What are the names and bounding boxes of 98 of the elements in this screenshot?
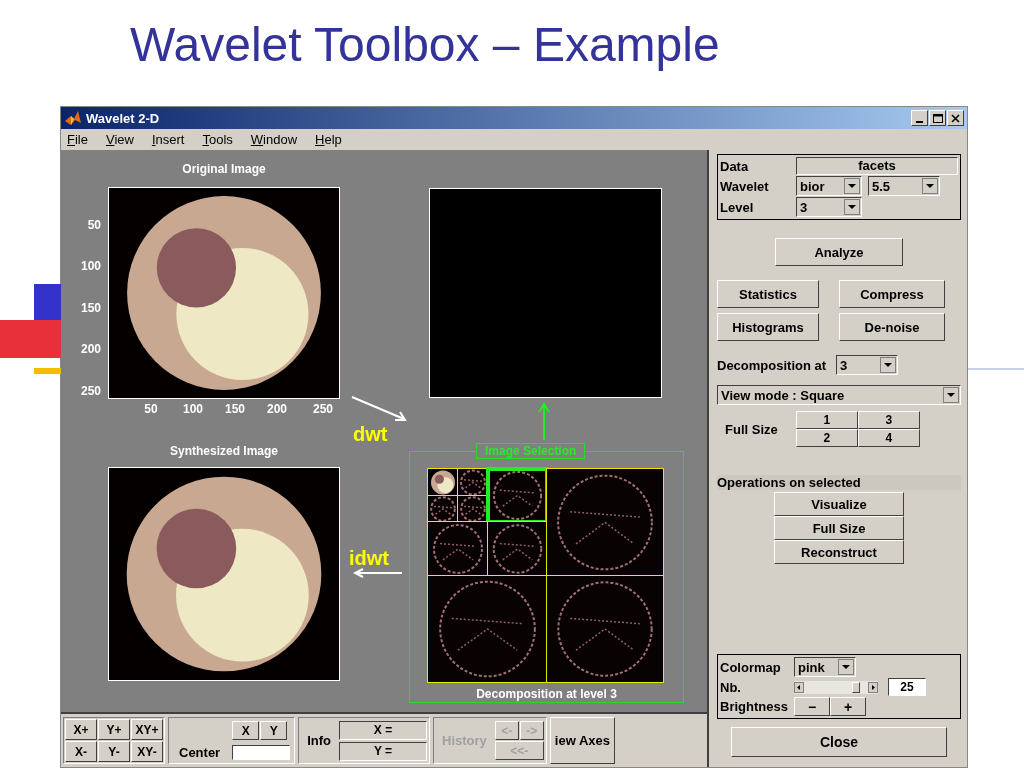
minimize-button[interactable] [911, 110, 928, 126]
maximize-icon [931, 111, 944, 125]
caret-icon [880, 357, 897, 373]
tool-button[interactable]: Compress [839, 280, 945, 308]
quadrant-button[interactable]: 3 [857, 411, 920, 429]
order-dropdown[interactable]: 5.5 [868, 176, 940, 196]
axis-tick-label: 100 [79, 259, 101, 273]
dwt-label: dwt [353, 424, 388, 444]
brightness-label: Brightness [720, 699, 789, 714]
level-label: Level [720, 199, 755, 215]
axis-tick-label: 200 [266, 402, 288, 416]
slide-rule [968, 368, 1024, 370]
axis-tick-label: 150 [224, 402, 246, 416]
menu-item[interactable]: Insert [151, 132, 185, 147]
full-size-label: Full Size [725, 421, 778, 437]
approximation-tile[interactable] [428, 469, 458, 496]
axis-tick-label: 200 [79, 342, 101, 356]
axis-tick-label: 100 [182, 402, 204, 416]
minimize-icon [916, 121, 923, 123]
brightness-button[interactable]: − [794, 697, 830, 716]
window-title: Wavelet 2-D [86, 110, 160, 126]
decomposition-dropdown[interactable]: 3 [836, 355, 899, 375]
nb-slider[interactable] [794, 680, 878, 694]
decomposition-label: Decomposition at [717, 357, 827, 373]
data-field: facets [796, 157, 958, 175]
caret-icon [844, 199, 860, 215]
detail-tile[interactable] [428, 496, 458, 522]
slider-thumb[interactable] [852, 681, 860, 693]
decomposition-caption: Decomposition at level 3 [475, 687, 618, 701]
info-field: X = [339, 720, 427, 740]
detail-tile[interactable] [428, 522, 488, 576]
nb-field[interactable]: 25 [888, 678, 926, 696]
menu-item[interactable]: View [105, 132, 134, 147]
center-label: Center [178, 744, 222, 760]
image-title: Original Image [181, 162, 267, 176]
idwt-label: idwt [349, 548, 389, 568]
menu-item[interactable]: Help [315, 132, 342, 147]
maximize-button[interactable] [929, 110, 946, 126]
zoom-button[interactable]: Y+ [98, 719, 130, 740]
left-arrow-icon [353, 568, 403, 578]
axis-tick-label: 250 [79, 384, 101, 398]
colormap-dropdown[interactable]: pink [794, 657, 856, 677]
operation-button[interactable]: Visualize [774, 492, 904, 516]
operation-button[interactable]: Full Size [774, 516, 904, 540]
menu-item[interactable]: Tools [202, 132, 233, 147]
axis-tick-label: 150 [79, 301, 101, 315]
operation-button[interactable]: Reconstruct [774, 540, 904, 564]
caret-icon [844, 178, 860, 194]
axis-tick-label: 50 [143, 402, 159, 416]
caret-icon [922, 178, 938, 194]
close-icon [949, 111, 962, 125]
tool-button[interactable]: Histograms [717, 313, 819, 341]
up-arrow-icon [537, 402, 551, 440]
detail-tile[interactable] [488, 469, 547, 522]
view-axes-button[interactable]: iew Axes [549, 717, 615, 764]
slide-title: Wavelet Toolbox – Example [129, 17, 721, 73]
level-dropdown[interactable]: 3 [796, 197, 862, 217]
caret-icon [943, 387, 959, 403]
menu-item[interactable]: File [67, 132, 88, 147]
image-title: Synthesized Image [168, 444, 279, 458]
zoom-button[interactable]: Y- [98, 741, 130, 762]
axis-button[interactable]: Y [260, 721, 288, 741]
wavelet-dropdown[interactable]: bior [796, 176, 862, 196]
operations-label: Operations on selected [717, 475, 961, 490]
axis-tick-label: 50 [86, 218, 101, 232]
detail-tile[interactable] [428, 576, 547, 682]
colormap-label: Colormap [720, 659, 782, 675]
quadrant-button[interactable]: 4 [857, 429, 920, 447]
close-button[interactable] [947, 110, 964, 126]
nb-label: Nb. [720, 679, 742, 695]
caret-icon [838, 659, 854, 675]
detail-tile[interactable] [458, 496, 488, 522]
zoom-button[interactable]: XY- [131, 741, 163, 762]
brightness-button[interactable]: + [830, 697, 866, 716]
menu-item[interactable]: Window [250, 132, 298, 147]
info-field: Y = [339, 741, 427, 761]
axis-tick-label: 250 [312, 402, 334, 416]
matlab-logo-icon [64, 110, 82, 126]
detail-tile[interactable] [547, 576, 663, 682]
diagonal-arrow-icon [351, 396, 407, 422]
close-button[interactable]: Close [731, 727, 947, 757]
zoom-button[interactable]: X+ [65, 719, 97, 740]
detail-tile[interactable] [547, 469, 663, 576]
wavelet-label: Wavelet [720, 178, 770, 194]
axis-button[interactable]: X [232, 721, 260, 741]
view-mode-dropdown[interactable]: View mode : Square [717, 385, 961, 405]
quadrant-button[interactable]: 1 [795, 411, 858, 429]
quadrant-button[interactable]: 2 [795, 429, 858, 447]
tool-button[interactable]: De-noise [839, 313, 945, 341]
tool-button[interactable]: Statistics [717, 280, 819, 308]
zoom-button[interactable]: X- [65, 741, 97, 762]
zoom-button[interactable]: XY+ [131, 719, 163, 740]
detail-tile[interactable] [488, 522, 547, 576]
center-field[interactable] [232, 744, 291, 760]
image-selection-label: Image Selection [476, 443, 586, 459]
data-label: Data [720, 158, 750, 174]
info-label: Info [306, 733, 332, 748]
analyze-button[interactable]: Analyze [775, 238, 903, 266]
